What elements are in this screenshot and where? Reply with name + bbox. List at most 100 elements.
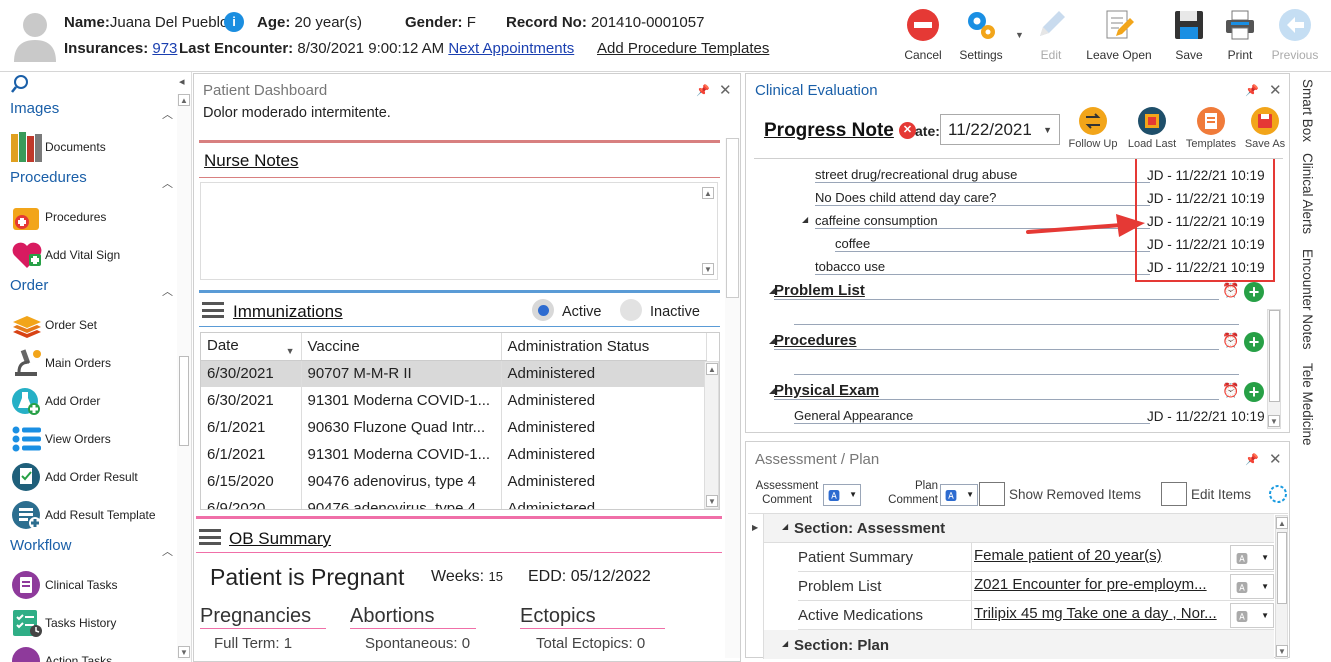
sidebar-item-documents[interactable]: Documents bbox=[10, 130, 106, 164]
show-removed-checkbox[interactable] bbox=[979, 482, 1005, 506]
tab-tele-medicine[interactable]: Tele Medicine bbox=[1300, 363, 1315, 446]
tab-smart-box[interactable]: Smart Box bbox=[1300, 79, 1315, 142]
table-row[interactable]: 6/30/2021 90707 M-M-R II Administered bbox=[201, 360, 707, 387]
tree-row-general-appearance[interactable]: General Appearance bbox=[794, 408, 1150, 424]
tab-clinical-alerts[interactable]: Clinical Alerts bbox=[1300, 153, 1315, 234]
remove-icon[interactable]: ✕ bbox=[899, 122, 916, 139]
nurse-notes-textarea[interactable]: ▲ ▼ bbox=[200, 182, 718, 280]
sidebar-item-procedures[interactable]: Procedures bbox=[10, 200, 106, 234]
table-row[interactable]: 6/9/2020 90476 adenovirus, type 4 Administ… bbox=[201, 495, 707, 509]
refresh-icon[interactable] bbox=[1267, 483, 1289, 505]
sort-dropdown-icon[interactable]: ▼ bbox=[286, 346, 295, 356]
add-physical-exam-button[interactable]: + bbox=[1244, 382, 1264, 402]
table-row[interactable]: Patient Summary Female patient of 20 yea… bbox=[798, 543, 1274, 572]
chevron-up-icon[interactable]: ︿ bbox=[162, 175, 173, 191]
info-icon[interactable]: i bbox=[224, 12, 244, 32]
tree-row-street-drug[interactable]: street drug/recreational drug abuse bbox=[815, 167, 1150, 183]
plan-comment-dropdown[interactable]: 🅰 ▼ bbox=[940, 484, 978, 506]
save-as-button[interactable]: Save As bbox=[1241, 106, 1289, 150]
sidebar-scrollbar[interactable]: ▲ ▼ bbox=[177, 94, 191, 660]
row-comment-dropdown[interactable]: 🅰 ▼ bbox=[1230, 603, 1274, 628]
edit-button[interactable]: Edit bbox=[1021, 6, 1081, 66]
expand-triangle-icon[interactable]: ◢ bbox=[782, 639, 788, 648]
add-procedure-templates-link[interactable]: Add Procedure Templates bbox=[597, 40, 769, 57]
section-plan-header[interactable]: Section: Plan bbox=[794, 637, 889, 654]
assessment-comment-dropdown[interactable]: 🅰 ▼ bbox=[823, 484, 861, 506]
alarm-icon[interactable]: ⏰ bbox=[1222, 332, 1239, 349]
table-row[interactable]: Active Medications Trilipix 45 mg Take o… bbox=[798, 601, 1274, 630]
row-comment-dropdown[interactable]: 🅰 ▼ bbox=[1230, 545, 1274, 570]
section-images[interactable]: Images bbox=[10, 100, 59, 117]
sidebar-item-action-tasks[interactable]: Action Tasks bbox=[10, 644, 112, 662]
chevron-up-icon[interactable]: ︿ bbox=[162, 283, 173, 299]
row-value[interactable]: Z021 Encounter for pre-employm... bbox=[974, 576, 1229, 593]
section-problem-list[interactable]: Problem List bbox=[774, 282, 1219, 300]
sidebar-item-view-orders[interactable]: View Orders bbox=[10, 422, 111, 456]
follow-up-button[interactable]: Follow Up bbox=[1063, 106, 1123, 150]
alarm-icon[interactable]: ⏰ bbox=[1222, 282, 1239, 299]
close-icon[interactable]: ✕ bbox=[1269, 81, 1282, 99]
alarm-icon[interactable]: ⏰ bbox=[1222, 382, 1239, 399]
table-row[interactable]: 6/1/2021 90630 Fluzone Quad Intr... Admini… bbox=[201, 414, 707, 441]
search-icon[interactable] bbox=[10, 74, 30, 94]
close-icon[interactable]: ✕ bbox=[719, 81, 732, 99]
sidebar-item-add-order-result[interactable]: Add Order Result bbox=[10, 460, 138, 494]
tree-row-tobacco[interactable]: tobacco use bbox=[815, 259, 1150, 275]
pin-icon[interactable]: 📌 bbox=[1245, 453, 1259, 466]
table-row[interactable]: Problem List Z021 Encounter for pre-empl… bbox=[798, 572, 1274, 601]
nurse-notes-title[interactable]: Nurse Notes bbox=[204, 151, 298, 171]
expand-triangle-icon[interactable]: ◢ bbox=[802, 215, 808, 224]
pin-icon[interactable]: 📌 bbox=[1245, 84, 1259, 97]
ob-summary-title[interactable]: OB Summary bbox=[229, 529, 331, 549]
add-procedure-button[interactable]: + bbox=[1244, 332, 1264, 352]
hamburger-icon[interactable] bbox=[202, 302, 224, 318]
table-row[interactable]: 6/30/2021 91301 Moderna COVID-1... Adminis… bbox=[201, 387, 707, 414]
add-problem-button[interactable]: + bbox=[1244, 282, 1264, 302]
pin-icon[interactable]: 📌 bbox=[696, 84, 710, 97]
sidebar-item-add-vital-sign[interactable]: Add Vital Sign bbox=[10, 238, 120, 272]
inactive-radio[interactable] bbox=[620, 299, 642, 321]
section-workflow[interactable]: Workflow bbox=[10, 537, 71, 554]
date-picker[interactable]: 11/22/2021 ▼ bbox=[940, 114, 1060, 145]
section-procedures[interactable]: Procedures bbox=[10, 169, 87, 186]
tree-scrollbar[interactable]: ▼ bbox=[1267, 309, 1281, 429]
section-physical-exam[interactable]: Physical Exam bbox=[774, 382, 1219, 400]
collapse-sidebar-icon[interactable]: ◂ bbox=[179, 75, 185, 88]
leave-open-button[interactable]: Leave Open bbox=[1084, 6, 1154, 66]
sidebar-item-order-set[interactable]: Order Set bbox=[10, 308, 97, 342]
dashboard-scrollbar[interactable] bbox=[725, 138, 740, 658]
column-header-vaccine[interactable]: Vaccine bbox=[301, 333, 502, 361]
tab-encounter-notes[interactable]: Encounter Notes bbox=[1300, 249, 1315, 350]
edit-items-checkbox[interactable] bbox=[1161, 482, 1187, 506]
note-title[interactable]: Progress Note bbox=[764, 120, 894, 142]
chevron-up-icon[interactable]: ︿ bbox=[162, 106, 173, 122]
section-procedures[interactable]: Procedures bbox=[774, 332, 1219, 350]
expand-triangle-icon[interactable]: ◢ bbox=[782, 522, 788, 531]
sidebar-item-add-order[interactable]: Add Order bbox=[10, 384, 100, 418]
insurances-link[interactable]: 973 bbox=[152, 40, 177, 57]
row-value[interactable]: Female patient of 20 year(s) bbox=[974, 547, 1229, 564]
sidebar-item-tasks-history[interactable]: Tasks History bbox=[10, 606, 116, 640]
section-order[interactable]: Order bbox=[10, 277, 48, 294]
sidebar-item-clinical-tasks[interactable]: Clinical Tasks bbox=[10, 568, 117, 602]
section-assessment-header[interactable]: Section: Assessment bbox=[794, 520, 945, 537]
sidebar-item-add-result-template[interactable]: Add Result Template bbox=[10, 498, 156, 532]
table-row[interactable]: 6/15/2020 90476 adenovirus, type 4 Adminis… bbox=[201, 468, 707, 495]
table-row[interactable]: 6/1/2021 91301 Moderna COVID-1... Administ… bbox=[201, 441, 707, 468]
load-last-button[interactable]: Load Last bbox=[1123, 106, 1181, 150]
immunizations-title[interactable]: Immunizations bbox=[233, 302, 343, 322]
print-button[interactable]: Print bbox=[1210, 6, 1270, 66]
column-header-date[interactable]: Date ▼ bbox=[201, 333, 302, 361]
sidebar-item-main-orders[interactable]: Main Orders bbox=[10, 346, 111, 380]
active-radio[interactable] bbox=[532, 299, 554, 321]
templates-button[interactable]: Templates bbox=[1183, 106, 1239, 150]
next-appointments-link[interactable]: Next Appointments bbox=[448, 40, 574, 57]
settings-button[interactable]: Settings bbox=[951, 6, 1011, 66]
tree-row-day-care[interactable]: No Does child attend day care? bbox=[815, 190, 1150, 206]
chevron-up-icon[interactable]: ︿ bbox=[162, 543, 173, 559]
column-header-status[interactable]: Administration Status bbox=[501, 333, 707, 361]
cancel-button[interactable]: Cancel bbox=[893, 6, 953, 66]
close-icon[interactable]: ✕ bbox=[1269, 450, 1282, 468]
immunizations-scrollbar[interactable]: ▲ ▼ bbox=[704, 361, 719, 509]
hamburger-icon[interactable] bbox=[199, 529, 221, 545]
